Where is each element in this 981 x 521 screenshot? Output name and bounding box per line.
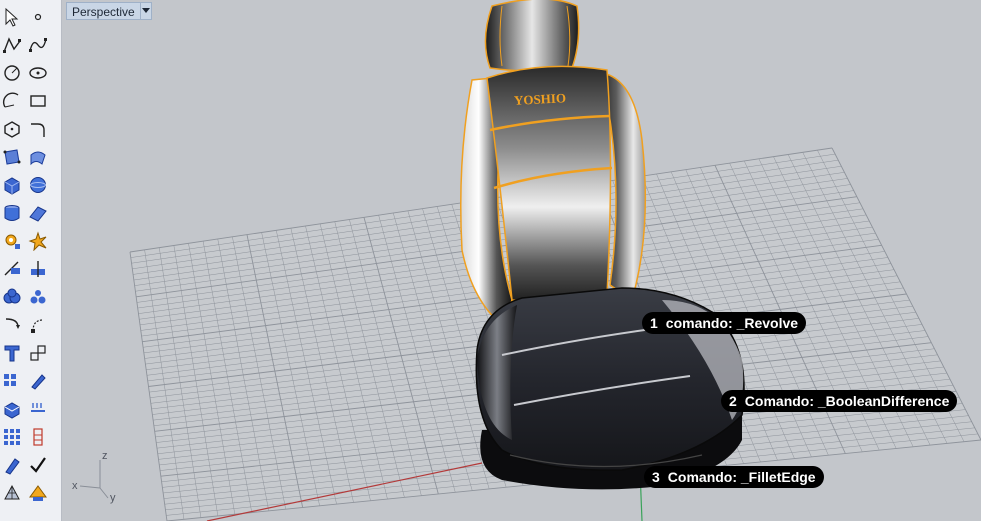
ellipse-tool-button[interactable] xyxy=(26,61,50,85)
render-icon xyxy=(29,485,47,501)
dimension-icon xyxy=(31,403,45,412)
fillet-curve-tool-button[interactable] xyxy=(26,117,50,141)
extrude-icon xyxy=(4,402,20,419)
select-arrow-tool-button[interactable] xyxy=(0,5,24,29)
revolve-tool-button[interactable] xyxy=(0,313,24,337)
history-tool-button[interactable] xyxy=(26,425,50,449)
circle-icon xyxy=(4,65,20,81)
select-arrow-icon xyxy=(5,7,19,27)
check-tool-button[interactable] xyxy=(26,453,50,477)
planar-surface-icon xyxy=(29,206,47,222)
arc-icon xyxy=(2,92,19,108)
explode-tool-button[interactable] xyxy=(26,229,50,253)
caption-number: 1 xyxy=(650,315,658,331)
rail-revolve-icon xyxy=(31,319,44,333)
rail-revolve-tool-button[interactable] xyxy=(26,313,50,337)
rectangle-tool-button[interactable] xyxy=(26,89,50,113)
command-caption-1: 1 comando: _Revolve xyxy=(642,312,807,334)
grid-array-tool-button[interactable] xyxy=(0,425,24,449)
planar-surface-tool-button[interactable] xyxy=(26,201,50,225)
pipe-tool-button[interactable] xyxy=(0,453,24,477)
boolean-split-tool-button[interactable] xyxy=(26,285,50,309)
perspective-viewport[interactable]: YOSHIO Perspective 1 comando: _Revolve 2C… xyxy=(62,0,981,521)
chevron-down-icon xyxy=(141,8,150,13)
polyline-icon xyxy=(3,37,21,53)
command-caption-3: 3 Comando: _FilletEdge xyxy=(644,466,824,488)
axis-lines-icon xyxy=(79,460,109,499)
array-tool-button[interactable] xyxy=(0,369,24,393)
history-icon xyxy=(33,428,43,446)
circle-tool-button[interactable] xyxy=(0,61,24,85)
command-toolbar xyxy=(0,0,62,521)
surface-points-icon xyxy=(3,149,21,165)
viewport-tab[interactable]: Perspective xyxy=(66,2,152,20)
split-icon xyxy=(4,261,20,276)
grid-array-icon xyxy=(4,429,20,445)
caption-number: 3 xyxy=(652,469,660,485)
check-icon xyxy=(30,457,46,473)
text-tool-button[interactable] xyxy=(0,341,24,365)
axis-y-label: y xyxy=(110,492,116,504)
axis-z-label: z xyxy=(102,450,108,462)
rectangle-icon xyxy=(30,95,46,107)
ellipse-icon xyxy=(29,67,47,79)
pipe-icon xyxy=(5,458,20,475)
box-tool-button[interactable] xyxy=(0,173,24,197)
caption-number: 2 xyxy=(729,393,737,409)
caption-text: Comando: _BooleanDifference xyxy=(744,393,950,409)
render-tool-button[interactable] xyxy=(26,481,50,505)
caption-text: comando: _Revolve xyxy=(665,315,799,331)
gear-settings-icon xyxy=(5,234,20,249)
trim-icon xyxy=(31,261,45,277)
arc-tool-button[interactable] xyxy=(0,89,24,113)
viewport-canvas[interactable]: YOSHIO xyxy=(62,0,981,521)
seat-logo: YOSHIO xyxy=(514,90,567,108)
polyline-tool-button[interactable] xyxy=(0,33,24,57)
caption-text: Comando: _FilletEdge xyxy=(667,469,816,485)
axis-orientation-widget: z x y xyxy=(70,450,130,510)
box-icon xyxy=(4,177,20,195)
surface-edge-tool-button[interactable] xyxy=(26,145,50,169)
sphere-icon xyxy=(30,177,46,193)
edit-tool-button[interactable] xyxy=(26,369,50,393)
sphere-tool-button[interactable] xyxy=(26,173,50,197)
revolve-icon xyxy=(5,318,20,329)
extrude-tool-button[interactable] xyxy=(0,397,24,421)
boolean-union-icon xyxy=(3,288,21,304)
command-caption-2: 2 Comando: _BooleanDifference xyxy=(721,390,958,412)
gear-settings-tool-button[interactable] xyxy=(0,229,24,253)
surface-edge-icon xyxy=(30,151,46,166)
trim-tool-button[interactable] xyxy=(26,257,50,281)
polygon-icon xyxy=(4,121,20,138)
mesh-icon xyxy=(4,484,20,500)
curve-icon xyxy=(29,38,47,52)
point-tool-button[interactable] xyxy=(26,5,50,29)
headrest[interactable] xyxy=(484,0,580,72)
dimension-tool-button[interactable] xyxy=(26,397,50,421)
axis-x-label: x xyxy=(72,480,78,492)
fillet-curve-icon xyxy=(31,123,45,137)
boolean-union-tool-button[interactable] xyxy=(0,285,24,309)
array-icon xyxy=(4,374,16,386)
scale-icon xyxy=(30,345,46,361)
split-tool-button[interactable] xyxy=(0,257,24,281)
surface-points-tool-button[interactable] xyxy=(0,145,24,169)
explode-icon xyxy=(28,231,47,251)
mesh-tool-button[interactable] xyxy=(0,481,24,505)
edit-icon xyxy=(31,374,46,390)
viewport-menu-button[interactable] xyxy=(139,2,152,20)
curve-tool-button[interactable] xyxy=(26,33,50,57)
boolean-split-icon xyxy=(30,290,46,304)
cylinder-icon xyxy=(4,205,20,221)
viewport-title[interactable]: Perspective xyxy=(66,2,140,20)
text-icon xyxy=(4,345,20,362)
cylinder-tool-button[interactable] xyxy=(0,201,24,225)
polygon-tool-button[interactable] xyxy=(0,117,24,141)
point-icon xyxy=(34,13,42,21)
scale-tool-button[interactable] xyxy=(26,341,50,365)
